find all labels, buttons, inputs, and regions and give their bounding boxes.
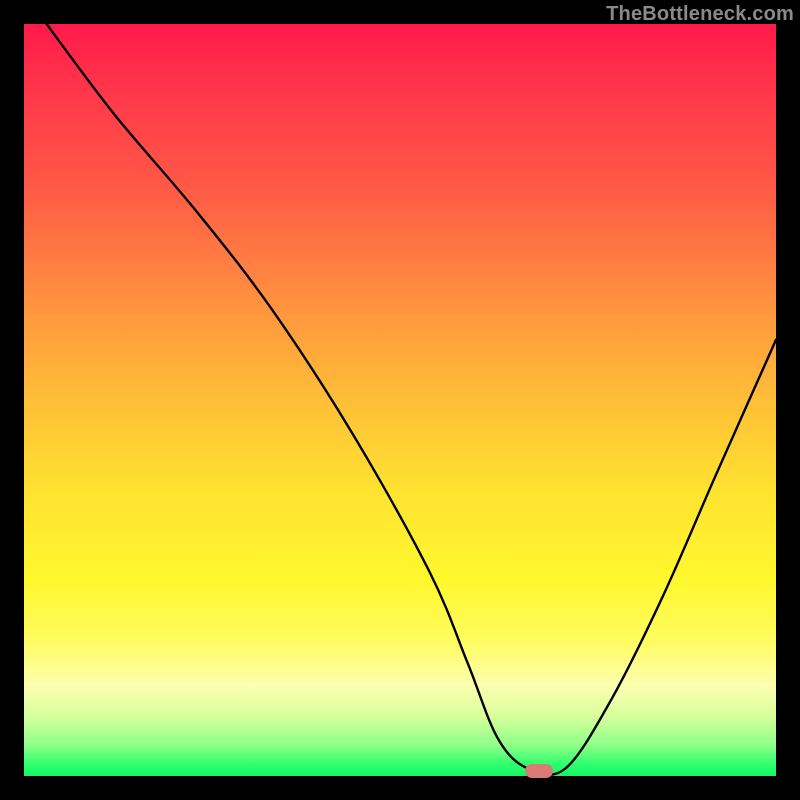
plot-area: [24, 24, 776, 776]
chart-container: TheBottleneck.com: [0, 0, 800, 800]
watermark-text: TheBottleneck.com: [606, 3, 794, 26]
bottleneck-curve: [24, 24, 776, 776]
minimum-marker: [525, 764, 553, 778]
